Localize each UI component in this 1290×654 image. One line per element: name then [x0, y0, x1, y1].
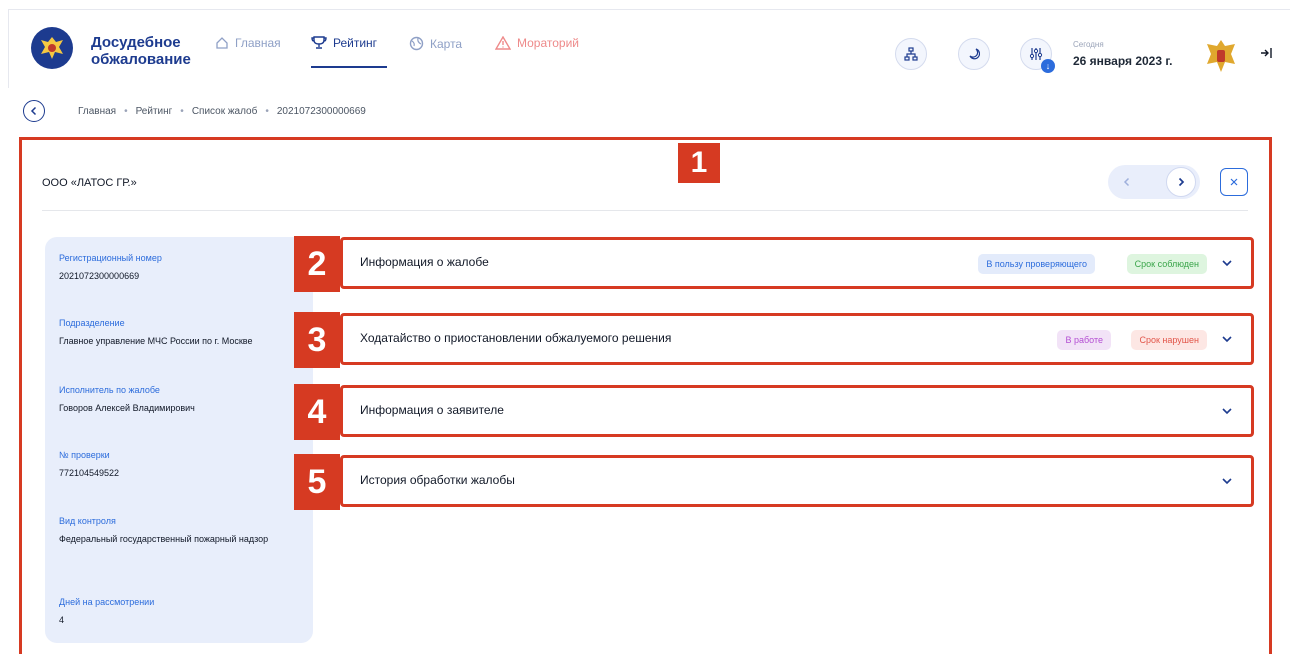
date-value: 26 января 2023 г. [1073, 54, 1173, 68]
section-processing-history[interactable]: История обработки жалобы [340, 455, 1254, 507]
annotation-marker-2: 2 [294, 236, 340, 292]
nav-home[interactable]: Главная [215, 36, 281, 50]
nav-map[interactable]: Карта [409, 36, 462, 51]
app-title[interactable]: Досудебное обжалование [91, 34, 201, 68]
status-badge: В пользу проверяющего [978, 254, 1095, 274]
section-suspension-motion[interactable]: Ходатайство о приостановлении обжалуемог… [340, 313, 1254, 365]
breadcrumb-separator: • [265, 106, 269, 117]
hierarchy-icon [904, 47, 918, 61]
back-button[interactable] [23, 100, 45, 122]
field-value: 772104549522 [59, 468, 120, 478]
sliders-icon [1029, 48, 1043, 60]
nav-moratorium-label: Мораторий [517, 36, 580, 50]
field-control-type: Вид контроля Федеральный государственный… [59, 516, 284, 545]
field-executor: Исполнитель по жалобе Говоров Алексей Вл… [59, 385, 294, 414]
annotation-marker-5: 5 [294, 454, 340, 510]
field-days-in-review: Дней на рассмотрении 4 [59, 597, 294, 626]
field-department: Подразделение Главное управление МЧС Рос… [59, 318, 294, 347]
section-complaint-info[interactable]: Информация о жалобе В пользу проверяющег… [340, 237, 1254, 289]
annotation-marker-4: 4 [294, 384, 340, 440]
top-bar: Досудебное обжалование Главная Рейтинг К… [8, 9, 1290, 88]
chevron-left-icon [1123, 177, 1130, 187]
close-button[interactable] [1220, 168, 1248, 196]
field-reg-number: Регистрационный номер 2021072300000669 [59, 253, 294, 282]
field-label: № проверки [59, 450, 110, 460]
chevron-down-icon [1222, 478, 1232, 485]
deadline-badge: Срок соблюден [1126, 254, 1207, 274]
nav-rating[interactable]: Рейтинг [311, 36, 377, 50]
annotation-marker-3: 3 [294, 312, 340, 368]
globe-icon [409, 36, 424, 51]
previous-record-button[interactable] [1112, 167, 1142, 197]
record-pager [1108, 165, 1200, 199]
field-value: 4 [59, 615, 65, 625]
field-value: Федеральный государственный пожарный над… [59, 534, 269, 544]
field-inspection-number: № проверки 772104549522 [59, 450, 294, 479]
chevron-down-icon [1222, 336, 1232, 343]
breadcrumb-complaints[interactable]: Список жалоб [192, 106, 258, 117]
field-value: Говоров Алексей Владимирович [59, 403, 195, 413]
chevron-down-icon [1222, 408, 1232, 415]
section-applicant-info[interactable]: Информация о заявителе [340, 385, 1254, 437]
status-badge: В работе [1057, 330, 1111, 350]
field-label: Подразделение [59, 318, 125, 328]
deadline-badge: Срок нарушен [1131, 330, 1207, 350]
nav-active-indicator [311, 66, 387, 68]
nav-rating-label: Рейтинг [333, 36, 378, 50]
breadcrumb-separator: • [180, 106, 184, 117]
emblem-avatar[interactable] [1201, 36, 1241, 76]
field-label: Регистрационный номер [59, 253, 162, 263]
section-title: История обработки жалобы [360, 473, 515, 487]
breadcrumb-home[interactable]: Главная [78, 106, 116, 117]
divider [42, 210, 1248, 211]
field-label: Исполнитель по жалобе [59, 385, 160, 395]
field-value: 2021072300000669 [59, 271, 140, 281]
nav-moratorium[interactable]: Мораторий [495, 36, 579, 50]
date-label: Сегодня [1073, 40, 1104, 49]
nav-map-label: Карта [430, 36, 463, 51]
organization-title: ООО «ЛАТОС ГР.» [42, 177, 137, 189]
structure-button[interactable] [895, 38, 927, 70]
chevron-down-icon [1222, 260, 1232, 267]
chevron-right-icon [1178, 177, 1185, 187]
section-title: Информация о жалобе [360, 255, 489, 269]
warning-icon [495, 36, 511, 50]
home-icon [215, 36, 229, 50]
close-icon [1230, 178, 1238, 186]
nav-home-label: Главная [235, 36, 281, 50]
field-label: Вид контроля [59, 516, 116, 526]
breadcrumb: Главная • Рейтинг • Список жалоб • 20210… [78, 106, 366, 117]
next-record-button[interactable] [1166, 167, 1196, 197]
logout-icon[interactable] [1259, 46, 1273, 65]
breadcrumb-rating[interactable]: Рейтинг [136, 106, 173, 117]
breadcrumb-current: 2021072300000669 [276, 106, 366, 117]
annotation-marker-1: 1 [678, 143, 720, 183]
filter-settings-button[interactable]: ↓ [1020, 38, 1055, 73]
section-title: Информация о заявителе [360, 403, 504, 417]
moon-icon [969, 48, 980, 60]
complaint-summary-sidebar: Регистрационный номер 2021072300000669 П… [45, 237, 313, 643]
chevron-left-icon [30, 106, 37, 116]
complaint-panel: 1 ООО «ЛАТОС ГР.» Регистрационный номер … [19, 137, 1272, 654]
section-title: Ходатайство о приостановлении обжалуемог… [360, 331, 672, 345]
breadcrumb-separator: • [124, 106, 128, 117]
field-value: Главное управление МЧС России по г. Моск… [59, 336, 253, 346]
theme-toggle-button[interactable] [958, 38, 990, 70]
trophy-icon [311, 36, 327, 50]
download-badge-icon: ↓ [1041, 59, 1055, 73]
emblem-logo[interactable] [31, 27, 73, 69]
field-label: Дней на рассмотрении [59, 597, 155, 607]
